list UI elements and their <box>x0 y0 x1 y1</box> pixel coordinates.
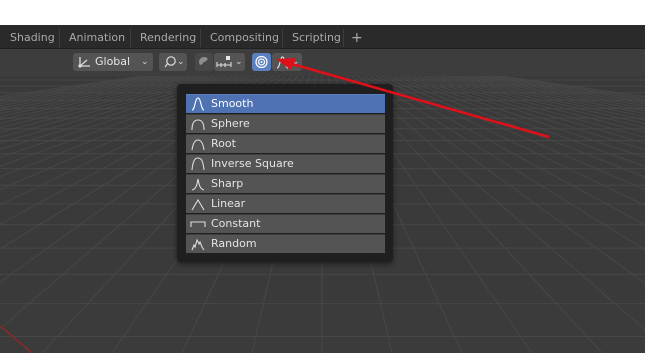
annotation-arrowhead <box>276 58 296 70</box>
annotation-arrow-shaft <box>291 62 550 139</box>
annotation-arrow <box>276 58 550 139</box>
